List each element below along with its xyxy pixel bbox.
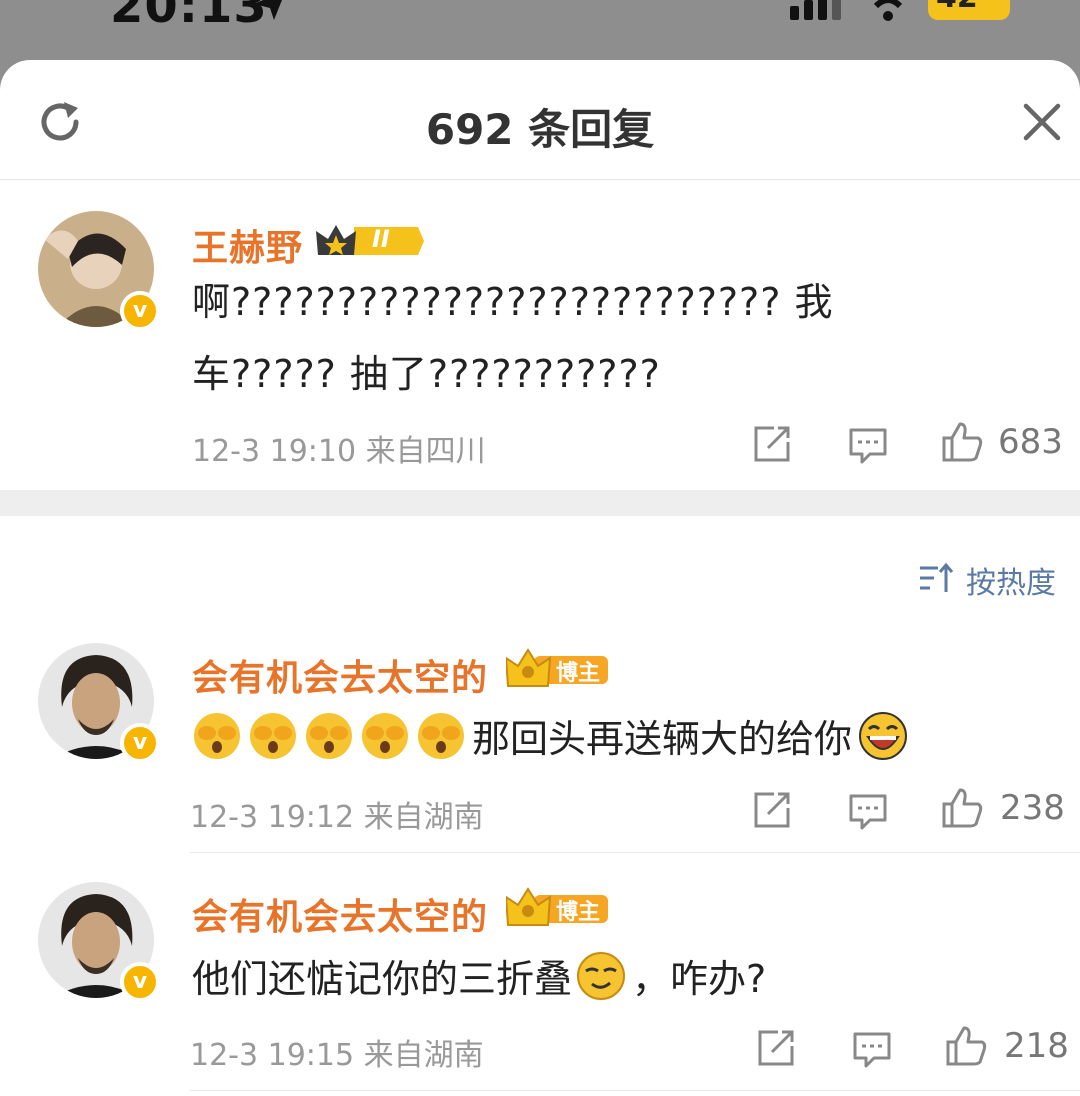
comment-text-line1: 啊?????????????????????????? 我 — [192, 280, 834, 324]
reply-username[interactable]: 会有机会去太空的 — [192, 649, 488, 701]
location-arrow-icon — [254, 0, 282, 20]
blogger-badge: 博主 — [506, 887, 610, 929]
blogger-badge-label: 博主 — [556, 900, 601, 925]
like-count: 683 — [998, 422, 1063, 462]
cellular-signal-icon — [790, 0, 841, 20]
reply-username[interactable]: 会有机会去太空的 — [192, 888, 488, 940]
status-bar: 20:13 42 — [0, 0, 1080, 60]
thumbs-up-icon[interactable] — [940, 420, 984, 464]
avatar[interactable]: v — [38, 211, 160, 331]
comment-icon[interactable] — [848, 426, 888, 466]
blogger-badge-label: 博主 — [556, 661, 601, 686]
reply-text-after: ，咋办? — [632, 957, 767, 1001]
battery-level: 42 — [936, 0, 978, 15]
cover-face-emoji-icon — [362, 712, 408, 759]
thumbs-up-icon[interactable] — [940, 786, 984, 830]
crown-badge-level: II — [372, 225, 390, 253]
comment-meta: 12-3 19:10 来自四川 — [192, 434, 486, 469]
laughing-emoji-icon — [859, 711, 908, 760]
blogger-badge: 博主 — [506, 648, 610, 690]
reply-divider — [190, 852, 1080, 853]
crown-badge-icon — [316, 225, 424, 255]
comment-icon[interactable] — [848, 792, 888, 832]
thumbs-up-icon[interactable] — [944, 1024, 988, 1068]
verified-badge: v — [120, 962, 160, 1002]
verified-badge: v — [120, 723, 160, 763]
close-icon[interactable] — [1020, 100, 1064, 144]
verified-badge: v — [120, 291, 160, 331]
battery-indicator: 42 — [928, 0, 1010, 20]
sheet-title: 692 条回复 — [425, 105, 655, 154]
avatar[interactable]: v — [38, 882, 160, 1002]
reply-text-content: 那回头再送辆大的给你 — [472, 717, 853, 761]
reply-text: 他们还惦记你的三折叠 ，咋办? — [192, 948, 766, 1003]
reply-meta: 12-3 19:15 来自湖南 — [190, 1038, 484, 1073]
like-count: 238 — [1000, 788, 1065, 828]
sheet-header: 692 条回复 — [0, 60, 1080, 180]
reply-divider — [190, 1090, 1080, 1091]
reply-text: 那回头再送辆大的给你 — [192, 708, 914, 763]
replies-sheet: 692 条回复 v 王赫野 II 啊??????????????????????… — [0, 60, 1080, 1096]
section-divider — [0, 490, 1080, 516]
like-count: 218 — [1004, 1026, 1069, 1066]
smug-emoji-icon — [577, 951, 626, 1000]
wifi-icon — [873, 0, 903, 21]
share-icon[interactable] — [752, 790, 792, 830]
cover-face-emoji-icon — [194, 712, 240, 759]
share-icon[interactable] — [756, 1028, 796, 1068]
cover-face-emoji-icon — [418, 712, 464, 759]
comment-icon[interactable] — [852, 1030, 892, 1070]
comment-text-line2: 车????? 抽了??????????? — [192, 352, 661, 396]
cover-face-emoji-icon — [306, 712, 352, 759]
share-icon[interactable] — [752, 424, 792, 464]
sort-label: 按热度 — [966, 566, 1056, 601]
comment-text: 啊?????????????????????????? 我 车????? 抽了?… — [192, 266, 1052, 410]
reply-text-before: 他们还惦记你的三折叠 — [192, 957, 573, 1001]
comment-username[interactable]: 王赫野 — [192, 219, 303, 271]
avatar[interactable]: v — [38, 643, 160, 763]
reply-meta: 12-3 19:12 来自湖南 — [190, 800, 484, 835]
cover-face-emoji-icon — [250, 712, 296, 759]
status-time: 20:13 — [110, 0, 268, 34]
sort-icon — [920, 562, 954, 592]
